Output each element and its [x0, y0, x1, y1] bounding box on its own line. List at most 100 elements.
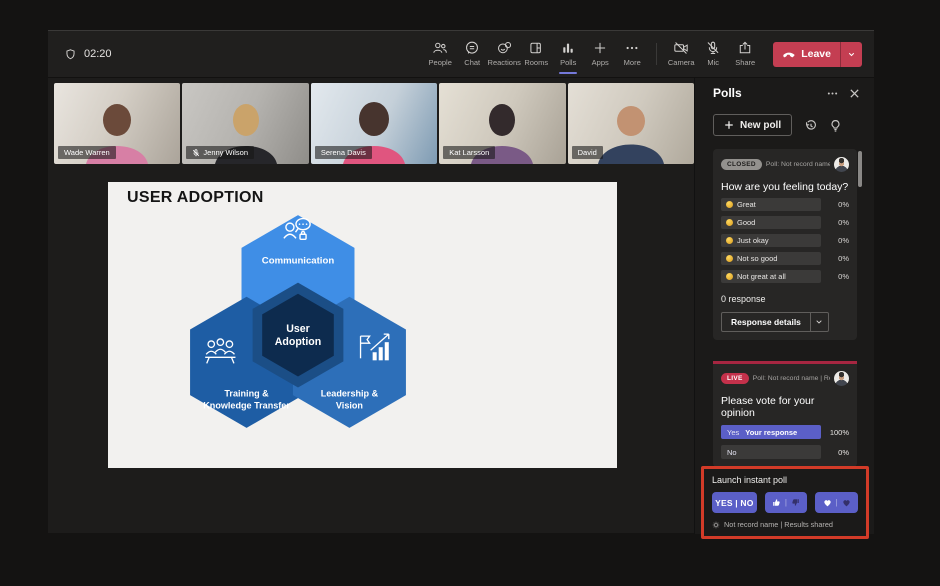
toolbar-item-people[interactable]: People [424, 33, 456, 75]
toolbar-item-mic[interactable]: Mic [697, 33, 729, 75]
glyph-divider: | [785, 498, 787, 507]
hex-label-leadership-1: Leadership & [321, 389, 379, 399]
response-details-label: Response details [722, 313, 811, 331]
poll-author-avatar [834, 157, 849, 172]
video-tile-wade-warren[interactable]: Wade Warren [54, 83, 180, 164]
rooms-icon [528, 40, 544, 56]
ellipsis-icon [827, 88, 838, 99]
video-tile-serena-davis[interactable]: Serena Davis [311, 83, 437, 164]
response-details-button[interactable]: Response details [721, 312, 829, 332]
plus-icon [592, 40, 608, 56]
close-icon [849, 88, 860, 99]
poll-option-percent: 0% [838, 272, 849, 281]
vote-option-row: Yes Your response 100% [721, 425, 849, 439]
poll-option-bar: Good [721, 216, 821, 229]
toolbar-item-label: Reactions [488, 58, 521, 67]
toolbar-nav-group: People Chat Reactions Rooms Polls [424, 33, 648, 75]
toolbar-item-label: More [624, 58, 641, 67]
participant-nametag: Serena Davis [315, 146, 372, 159]
poll-option-percent: 0% [838, 200, 849, 209]
response-details-caret[interactable] [811, 313, 828, 331]
toolbar-item-rooms[interactable]: Rooms [520, 33, 552, 75]
toolbar-device-group: Camera Mic Share [665, 33, 761, 75]
launch-instant-poll-section: Launch instant poll YES | NO | | [701, 466, 869, 539]
polls-actions: New poll [713, 114, 842, 136]
vote-option-row: No 0% [721, 445, 849, 459]
leave-button-main[interactable]: Leave [773, 42, 840, 67]
poll-option-row: Just okay 0% [721, 234, 849, 247]
polls-panel-header: Polls [713, 86, 860, 100]
reactions-icon [496, 40, 512, 56]
hex-label-communication: Communication [262, 255, 335, 266]
instant-poll-settings[interactable]: Not record name | Results shared [712, 520, 858, 529]
heart-filled-icon [822, 497, 833, 508]
vote-option-no[interactable]: No [721, 445, 821, 459]
poll-history-button[interactable] [804, 119, 817, 132]
poll-option-bar: Not so good [721, 252, 821, 265]
vote-option-yes[interactable]: Yes Your response [721, 425, 821, 439]
toolbar-item-apps[interactable]: Apps [584, 33, 616, 75]
video-tile-david[interactable]: David [568, 83, 694, 164]
video-tile-jenny-wilson[interactable]: Jenny Wilson [182, 83, 308, 164]
toolbar-item-camera[interactable]: Camera [665, 33, 697, 75]
instant-thumbs-button[interactable]: | [765, 492, 808, 513]
timer-value: 02:20 [84, 48, 112, 60]
share-icon [737, 40, 753, 56]
toolbar-item-label: People [429, 58, 452, 67]
history-icon [804, 119, 817, 132]
leave-button[interactable]: Leave [773, 42, 862, 67]
toolbar-item-more[interactable]: More [616, 33, 648, 75]
panel-scrollbar-thumb[interactable] [858, 151, 862, 187]
chevron-down-icon [815, 318, 823, 326]
participant-nametag: Kat Larsson [443, 146, 495, 159]
poll-question: Please vote for your opinion [721, 395, 849, 419]
emoji-notgreat-icon [726, 273, 733, 280]
toolbar-item-reactions[interactable]: Reactions [488, 33, 520, 75]
slide-title: USER ADOPTION [127, 189, 264, 207]
lightbulb-icon [829, 119, 842, 132]
vote-percent: 0% [838, 448, 849, 457]
poll-option-bar: Great [721, 198, 821, 211]
shield-icon [64, 48, 77, 61]
new-poll-label: New poll [740, 120, 781, 131]
emoji-great-icon [726, 201, 733, 208]
teams-meeting-window: 02:20 People Chat Reactions Rooms [0, 0, 940, 586]
instant-yes-no-button[interactable]: YES | NO [712, 492, 757, 513]
participant-nametag: David [572, 146, 603, 159]
hex-label-training-2: Knowledge Transfer [203, 401, 290, 411]
polls-panel: Polls New poll [694, 78, 874, 534]
poll-meta: Poll: Not record name |... [766, 161, 830, 168]
toolbar-item-share[interactable]: Share [729, 33, 761, 75]
participant-nametag: Jenny Wilson [186, 146, 254, 159]
poll-option-row: Not great at all 0% [721, 270, 849, 283]
glyph-divider: | [836, 498, 838, 507]
panel-close-button[interactable] [849, 88, 860, 99]
poll-card-live: LIVE Poll: Not record name | Res... Plea… [713, 361, 857, 467]
live-badge: LIVE [721, 373, 749, 384]
toolbar-item-chat[interactable]: Chat [456, 33, 488, 75]
mic-off-icon [705, 40, 721, 56]
poll-option-row: Not so good 0% [721, 252, 849, 265]
polls-icon [560, 40, 576, 56]
closed-badge: CLOSED [721, 159, 762, 170]
toolbar-item-label: Camera [668, 58, 695, 67]
poll-meta: Poll: Not record name | Res... [753, 375, 830, 382]
panel-more-button[interactable] [827, 88, 838, 99]
new-poll-button[interactable]: New poll [713, 114, 792, 136]
toolbar-item-polls[interactable]: Polls [552, 33, 584, 75]
poll-option-bar: Not great at all [721, 270, 821, 283]
hex-label-leadership-2: Vision [336, 401, 363, 411]
toolbar-item-label: Mic [707, 58, 719, 67]
video-tile-kat-larsson[interactable]: Kat Larsson [439, 83, 565, 164]
leave-options-caret[interactable] [841, 42, 862, 67]
user-adoption-diagram: Communication Training & Knowledge Trans… [182, 208, 414, 438]
instant-hearts-button[interactable]: | [815, 492, 858, 513]
hex-label-center-2: Adoption [275, 336, 321, 348]
toolbar-divider [656, 43, 657, 65]
app-window: 02:20 People Chat Reactions Rooms [48, 30, 874, 533]
instant-poll-buttons: YES | NO | | [712, 492, 858, 513]
video-gallery: Wade Warren Jenny Wilson Serena Davis Ka… [54, 83, 694, 164]
poll-ideas-button[interactable] [829, 119, 842, 132]
chevron-down-icon [847, 50, 856, 59]
poll-author-avatar [834, 371, 849, 386]
